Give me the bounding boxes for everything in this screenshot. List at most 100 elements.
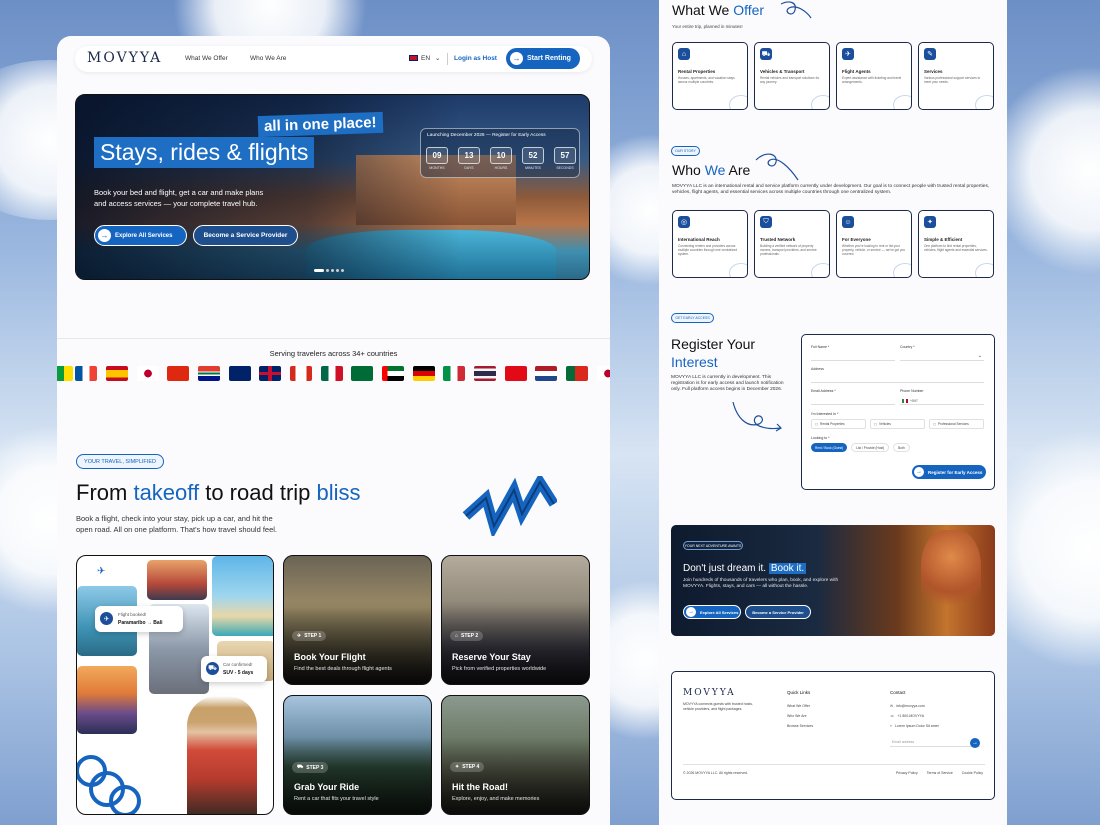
- logo[interactable]: MOVYYA: [87, 50, 162, 66]
- feature-desc: Houses, apartments, and vacation stays a…: [678, 76, 735, 85]
- footer-link[interactable]: Who We Are: [787, 714, 813, 718]
- feature-card[interactable]: ☺ For Everyone Whether you're looking to r…: [836, 210, 912, 278]
- language-label[interactable]: EN: [421, 55, 430, 62]
- nav-who-we-are[interactable]: Who We Are: [250, 55, 286, 62]
- feature-desc: Building a verified network of property …: [760, 244, 817, 257]
- countries-title: Serving travelers across 34+ countries: [269, 349, 398, 358]
- looking-option[interactable]: Both: [893, 443, 910, 452]
- beach-photo: [212, 556, 273, 636]
- heading-part: to road trip: [199, 480, 317, 505]
- contact-item[interactable]: ✉ info@movyya.com: [890, 704, 939, 708]
- feature-card[interactable]: ⌂ Rental Properties Houses, apartments, an…: [672, 42, 748, 110]
- countdown-value: 52: [522, 147, 544, 164]
- building-icon: ▢: [815, 422, 819, 426]
- looking-options: Rent / Book (Guest) List / Provide (Host)…: [811, 443, 910, 452]
- interest-option[interactable]: ▢ Vehicles: [870, 419, 925, 429]
- step-card-3[interactable]: ⛟ STEP 3 Grab Your Ride Rent a car that f…: [283, 695, 432, 815]
- feature-card[interactable]: ⛟ Vehicles & Transport Rental vehicles and…: [754, 42, 830, 110]
- car-icon: ⛟: [206, 662, 219, 675]
- register-submit-button[interactable]: → Register for Early Access: [912, 465, 986, 479]
- step-card-4[interactable]: ✦ STEP 4 Hit the Road! Explore, enjoy, an…: [441, 695, 590, 815]
- toast-route: Paramaribo → Bali: [118, 620, 163, 626]
- interest-option[interactable]: ▢ Rental Properties: [811, 419, 866, 429]
- step-number: STEP 2: [461, 633, 479, 639]
- countdown-label: MINUTES: [525, 166, 541, 170]
- feature-title: Rental Properties: [678, 69, 716, 74]
- pagoda-photo: [147, 560, 207, 600]
- footer-link[interactable]: What We Offer: [787, 704, 813, 708]
- quick-links-title: Quick Links: [787, 690, 811, 695]
- nav-what-we-offer[interactable]: What We Offer: [185, 55, 228, 62]
- watermark-icon: [893, 95, 911, 109]
- mail-icon: ✉: [890, 704, 893, 708]
- heading-part: Who: [672, 162, 705, 178]
- interest-option[interactable]: ▢ Professional Services: [929, 419, 984, 429]
- hero-desc-line2: and access services — your complete trav…: [94, 199, 258, 208]
- legal-link[interactable]: Privacy Policy: [896, 771, 918, 775]
- newsletter-submit-icon[interactable]: →: [970, 738, 980, 748]
- rings-decoration-icon: [77, 755, 141, 814]
- countdown-value: 10: [490, 147, 512, 164]
- phone-field[interactable]: +597: [900, 396, 984, 405]
- feature-card[interactable]: ✦ Simple & Efficient One platform to find …: [918, 210, 994, 278]
- feature-card[interactable]: ✈ Flight Agents Expert assistance with tic…: [836, 42, 912, 110]
- login-host-link[interactable]: Login as Host: [454, 55, 497, 62]
- chevron-down-icon[interactable]: ⌄: [435, 54, 440, 62]
- feature-card[interactable]: ⛉ Trusted Network Building a verified netw…: [754, 210, 830, 278]
- address-label: Address: [811, 367, 824, 371]
- sparkle-icon: ✦: [455, 764, 460, 770]
- country-select[interactable]: ⌄: [900, 352, 984, 361]
- address-field[interactable]: [811, 374, 984, 383]
- japan-flag-icon: [597, 366, 610, 381]
- car-icon: ▢: [874, 422, 878, 426]
- feature-desc: Various professional support services to…: [924, 76, 981, 85]
- watermark-icon: [975, 263, 993, 277]
- copyright: © 2026 MOVYYA LLC. All rights reserved.: [683, 771, 748, 775]
- step-card-1[interactable]: ✈ STEP 1 Book Your Flight Find the best d…: [283, 555, 432, 685]
- carousel-dots[interactable]: [314, 269, 344, 272]
- looking-option[interactable]: Rent / Book (Guest): [811, 443, 848, 452]
- contact-item[interactable]: ⌖ Lorem Ipsum Dolor Sit amet: [890, 724, 939, 728]
- phone-code: +597: [910, 399, 918, 403]
- heading-highlight: Offer: [733, 2, 765, 18]
- cta-provider-button[interactable]: Become a Service Provider: [745, 605, 811, 619]
- hero-desc-line1: Book your bed and flight, get a car and …: [94, 188, 264, 197]
- full-name-field[interactable]: [811, 352, 895, 361]
- step-title: Reserve Your Stay: [452, 652, 531, 662]
- cta-explore-button[interactable]: → Explore All Services: [683, 605, 741, 619]
- newsletter-email-input[interactable]: Email address: [890, 737, 980, 747]
- footer-link[interactable]: Browse Services: [787, 724, 813, 728]
- countdown-value: 57: [554, 147, 576, 164]
- become-provider-button[interactable]: Become a Service Provider: [193, 225, 298, 246]
- feature-card[interactable]: ✎ Services Various professional support se…: [918, 42, 994, 110]
- travel-collage-card: ✈ Flight booked! Paramaribo → Bali ⛟ Car…: [76, 555, 274, 815]
- heading-highlight: We: [704, 162, 726, 178]
- step-subtitle: Rent a car that fits your travel style: [294, 796, 379, 802]
- tools-icon: ▢: [933, 422, 937, 426]
- start-renting-button[interactable]: → Start Renting: [506, 48, 580, 69]
- landing-page-right: What We Offer Your entire trip, planned …: [659, 0, 1007, 825]
- explore-services-button[interactable]: → Explore All Services: [94, 225, 187, 246]
- simplified-desc-line2: open road. All on one platform. That's h…: [76, 525, 277, 534]
- traveler-photo: [921, 530, 981, 620]
- canada-flag-icon: [290, 366, 312, 381]
- contact-item[interactable]: ☏ +1 800-MOVYYA: [890, 714, 939, 718]
- early-access-pill: GET EARLY ACCESS: [671, 313, 714, 323]
- legal-link[interactable]: Terms of Service: [927, 771, 953, 775]
- interest-option-label: Professional Services: [938, 422, 969, 426]
- step-badge: ✦ STEP 4: [450, 762, 485, 772]
- home-icon: ⌂: [455, 633, 459, 639]
- legal-link[interactable]: Cookie Policy: [962, 771, 983, 775]
- contact-text: +1 800-MOVYYA: [897, 714, 925, 718]
- start-renting-label: Start Renting: [527, 55, 571, 62]
- feature-card[interactable]: ◎ International Reach Connecting renters a…: [672, 210, 748, 278]
- step-card-2[interactable]: ⌂ STEP 2 Reserve Your Stay Pick from veri…: [441, 555, 590, 685]
- footer-logo[interactable]: MOVYYA: [683, 688, 736, 698]
- heading-part: From: [76, 480, 134, 505]
- cta-banner: YOUR NEXT ADVENTURE AWAITS Don't just dr…: [671, 525, 995, 636]
- watermark-icon: [975, 95, 993, 109]
- thailand-flag-icon: [474, 366, 496, 381]
- car-icon: ⛟: [297, 764, 304, 770]
- email-field[interactable]: [811, 396, 895, 405]
- looking-option[interactable]: List / Provide (Host): [851, 443, 890, 452]
